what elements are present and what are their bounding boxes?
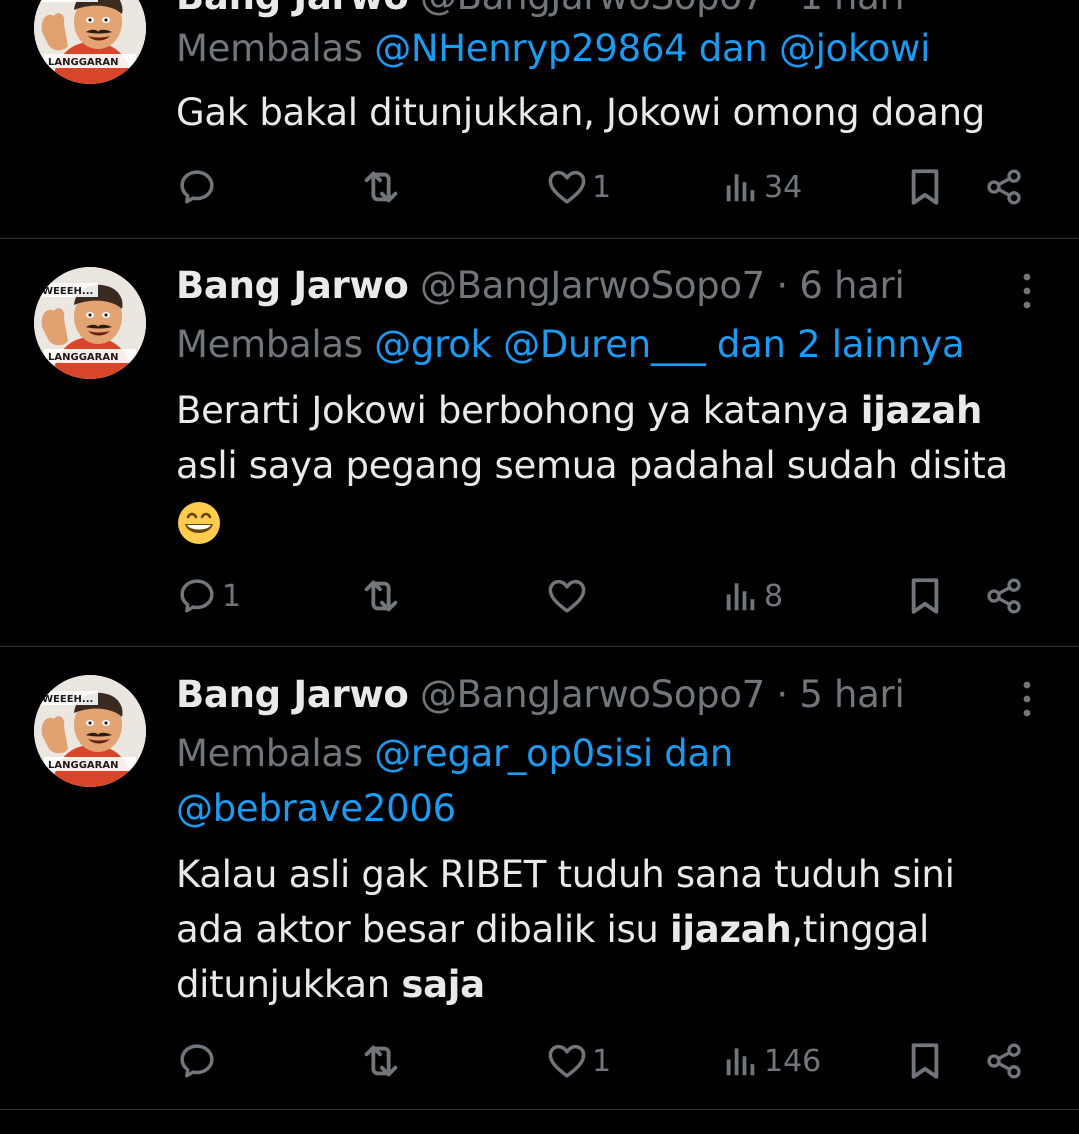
view-count: 34 — [764, 169, 803, 205]
repost-button[interactable] — [358, 162, 408, 212]
bookmark-button[interactable] — [904, 162, 946, 212]
reply-context-line2: @bebrave2006 — [176, 786, 456, 832]
like-button[interactable]: 1 — [546, 1036, 611, 1086]
share-icon — [984, 576, 1024, 616]
author-name[interactable]: Bang Jarwo — [176, 673, 409, 716]
view-count: 146 — [764, 1043, 822, 1079]
more-icon[interactable] — [1017, 271, 1037, 311]
view-count: 8 — [764, 578, 784, 614]
reply-button[interactable] — [176, 1036, 222, 1086]
share-button[interactable] — [984, 1036, 1024, 1086]
bookmark-icon — [904, 1040, 946, 1082]
timestamp[interactable]: 5 hari — [799, 673, 904, 716]
tweet-text: Kalau asli gak RIBET tuduh sana tuduh si… — [176, 853, 955, 1006]
tweet-3[interactable]: Bang Jarwo @BangJarwoSopo7 · 5 hari Memb… — [0, 647, 1079, 1109]
bookmark-icon — [904, 575, 946, 617]
reply-icon — [176, 1040, 218, 1082]
bookmark-button[interactable] — [904, 571, 946, 621]
bookmark-button[interactable] — [904, 1036, 946, 1086]
author-handle[interactable]: @BangJarwoSopo7 — [420, 0, 765, 18]
reply-count: 1 — [222, 578, 242, 614]
like-button[interactable]: 1 — [546, 162, 611, 212]
reply-button[interactable]: 1 — [176, 571, 241, 621]
views-button[interactable]: 34 — [722, 162, 802, 212]
reply-prefix: Membalas — [176, 27, 363, 70]
reply-icon — [176, 166, 218, 208]
author-handle[interactable]: @BangJarwoSopo7 — [420, 673, 765, 716]
repost-button[interactable] — [358, 571, 408, 621]
author-name[interactable]: Bang Jarwo — [176, 0, 409, 18]
reply-mentions[interactable]: @regar_op0sisi dan — [374, 732, 733, 775]
tweet-text: Berarti Jokowi berbohong ya katanya ijaz… — [176, 383, 1046, 548]
action-bar: 1 146 — [0, 1036, 1079, 1086]
reply-mentions[interactable]: @NHenryp29864 dan @jokowi — [374, 27, 930, 70]
reply-icon — [176, 575, 218, 617]
reply-mentions[interactable]: @grok @Duren___ dan 2 lainnya — [374, 323, 965, 366]
like-button[interactable] — [546, 571, 592, 621]
reply-button[interactable] — [176, 162, 222, 212]
views-icon — [722, 1042, 760, 1080]
views-icon — [722, 168, 760, 206]
tweet-header: Bang Jarwo @BangJarwoSopo7 · 1 hari — [176, 0, 905, 20]
reply-prefix: Membalas — [176, 323, 363, 366]
bold-keyword: ijazah — [670, 908, 792, 951]
repost-icon — [358, 164, 404, 210]
tweet-2[interactable]: Bang Jarwo @BangJarwoSopo7 · 6 hari Memb… — [0, 239, 1079, 646]
tweet-header: Bang Jarwo @BangJarwoSopo7 · 6 hari — [176, 264, 905, 307]
like-icon — [546, 575, 588, 617]
views-icon — [722, 577, 760, 615]
like-count: 1 — [592, 169, 612, 205]
reply-context: Membalas @grok @Duren___ dan 2 lainnya — [176, 322, 965, 368]
timestamp[interactable]: 6 hari — [799, 264, 904, 307]
repost-icon — [358, 1038, 404, 1084]
views-button[interactable]: 8 — [722, 571, 783, 621]
action-bar: 1 8 — [0, 571, 1079, 621]
share-button[interactable] — [984, 162, 1024, 212]
divider — [0, 1109, 1079, 1110]
author-handle[interactable]: @BangJarwoSopo7 — [420, 264, 765, 307]
bold-keyword: ijazah — [860, 389, 983, 432]
timestamp[interactable]: 1 hari — [799, 0, 904, 18]
repost-button[interactable] — [358, 1036, 408, 1086]
share-button[interactable] — [984, 571, 1024, 621]
like-icon — [546, 166, 588, 208]
bookmark-icon — [904, 166, 946, 208]
avatar[interactable] — [34, 0, 146, 84]
share-icon — [984, 167, 1024, 207]
action-bar: 1 34 — [0, 162, 1079, 212]
reply-mentions[interactable]: @bebrave2006 — [176, 787, 456, 830]
share-icon — [984, 1041, 1024, 1081]
tweet-1[interactable]: Bang Jarwo @BangJarwoSopo7 · 1 hari Memb… — [0, 0, 1079, 238]
author-name[interactable]: Bang Jarwo — [176, 264, 409, 307]
grinning-face-emoji — [176, 500, 222, 546]
views-button[interactable]: 146 — [722, 1036, 821, 1086]
reply-context: Membalas @regar_op0sisi dan — [176, 731, 733, 777]
bold-keyword: saja — [401, 963, 485, 1006]
reply-context: Membalas @NHenryp29864 dan @jokowi — [176, 26, 930, 72]
reply-prefix: Membalas — [176, 732, 363, 775]
repost-icon — [358, 573, 404, 619]
tweet-text: Gak bakal ditunjukkan, Jokowi omong doan… — [176, 91, 985, 134]
tweet-header: Bang Jarwo @BangJarwoSopo7 · 5 hari — [176, 673, 905, 716]
like-icon — [546, 1040, 588, 1082]
like-count: 1 — [592, 1043, 612, 1079]
more-icon[interactable] — [1017, 679, 1037, 719]
avatar[interactable] — [34, 675, 146, 787]
avatar[interactable] — [34, 267, 146, 379]
